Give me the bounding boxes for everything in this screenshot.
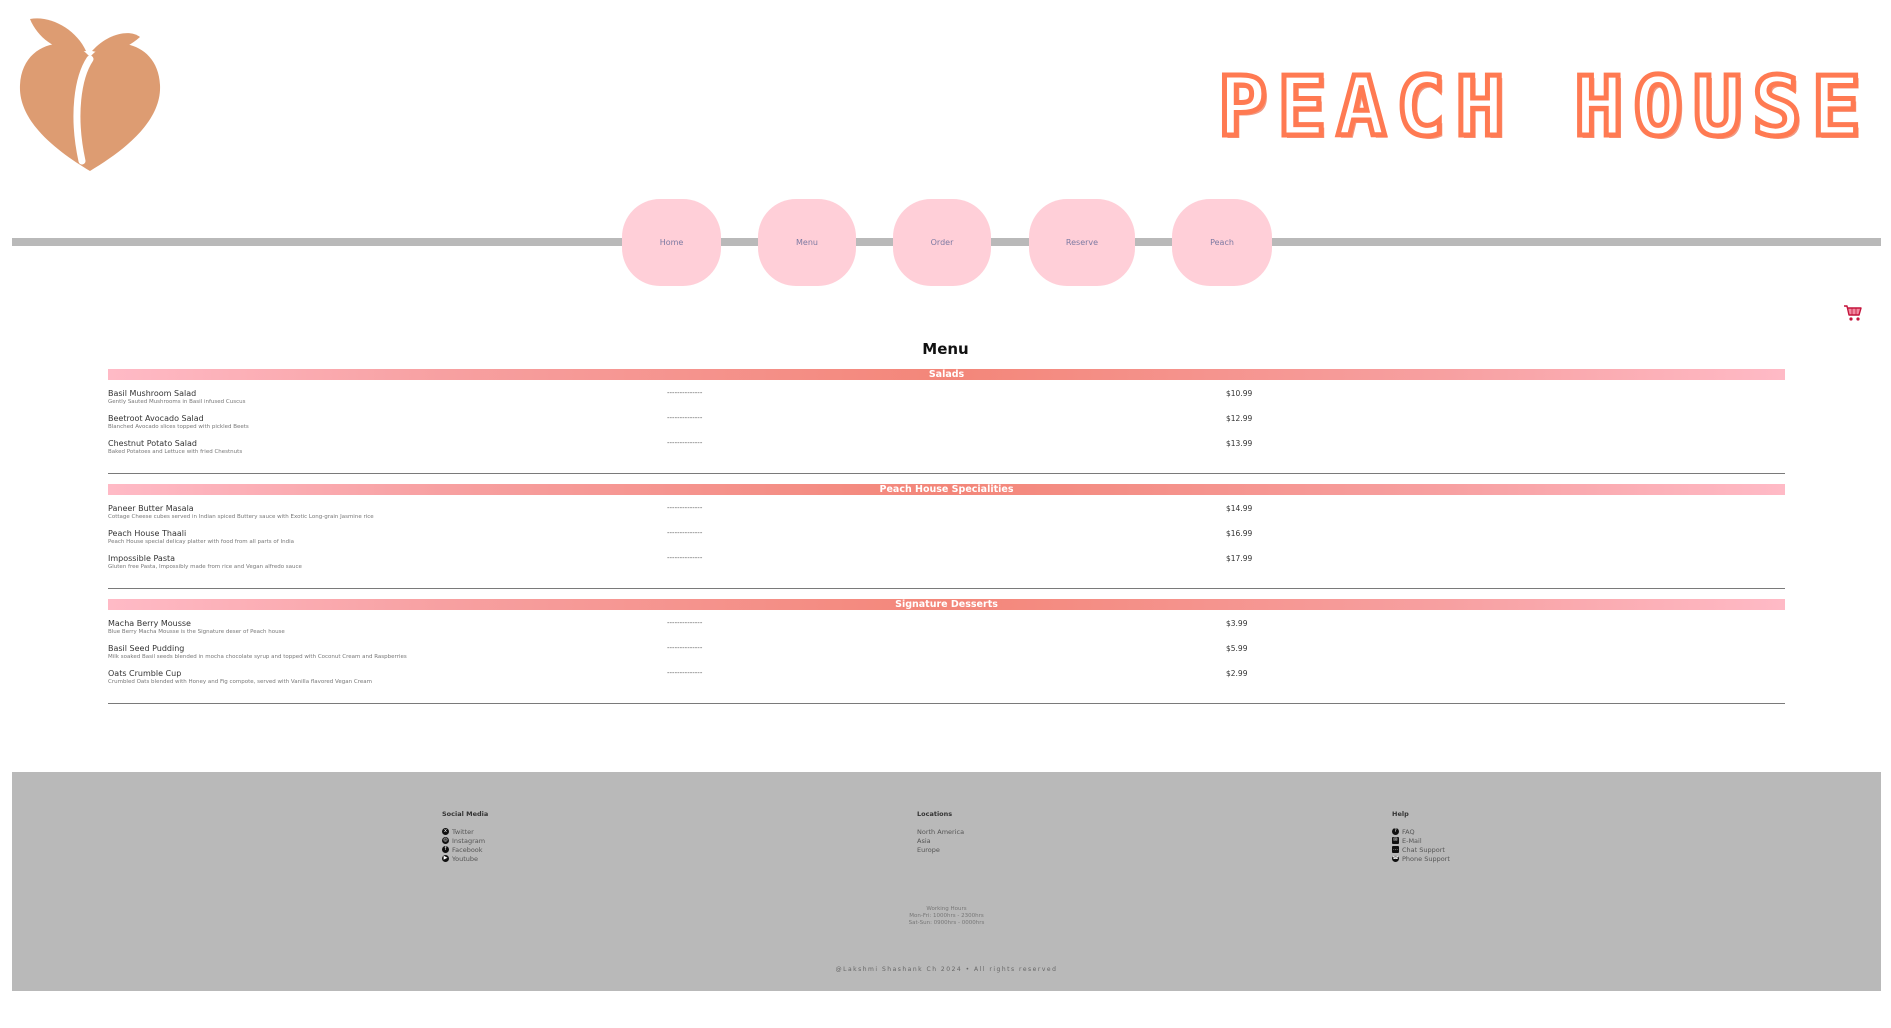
- category-header-specialities: Peach House Specialities: [108, 484, 1785, 495]
- section-divider: [108, 703, 1785, 704]
- phone-support-label: Phone Support: [1402, 854, 1450, 863]
- footer-locations: Locations North America Asia Europe: [917, 810, 964, 854]
- chat-support-label: Chat Support: [1402, 845, 1445, 854]
- menu-item-dots: --------------: [667, 439, 703, 447]
- facebook-label: Facebook: [452, 845, 483, 854]
- menu-item-desc: Blanched Avocado slices topped with pick…: [108, 424, 249, 430]
- nav-order-button[interactable]: Order: [893, 199, 991, 286]
- email-label: E-Mail: [1402, 836, 1422, 845]
- footer-social: Social Media x Twitter ◎ Instagram f Fac…: [442, 810, 488, 863]
- peach-logo-icon: [19, 18, 161, 171]
- menu-item-name: Chestnut Potato Salad: [108, 439, 197, 448]
- menu-item-name: Basil Mushroom Salad: [108, 389, 197, 398]
- menu-item-desc: Crumbled Oats blended with Honey and Fig…: [108, 679, 372, 685]
- menu-item-name: Impossible Pasta: [108, 554, 176, 563]
- menu-item-price: $3.99: [1226, 619, 1248, 628]
- youtube-link[interactable]: ▶ Youtube: [442, 854, 488, 863]
- category-header-desserts: Signature Desserts: [108, 599, 1785, 610]
- faq-label: FAQ: [1402, 827, 1415, 836]
- twitter-link[interactable]: x Twitter: [442, 827, 488, 836]
- section-divider: [108, 588, 1785, 589]
- category-header-salads: Salads: [108, 369, 1785, 380]
- location-link[interactable]: Asia: [917, 836, 964, 845]
- menu-item-name: Oats Crumble Cup: [108, 669, 182, 678]
- menu-item-price: $14.99: [1226, 504, 1253, 513]
- menu-item-desc: Baked Potatoes and Lettuce with fried Ch…: [108, 449, 243, 455]
- menu-item-name: Peach House Thaali: [108, 529, 187, 538]
- facebook-link[interactable]: f Facebook: [442, 845, 488, 854]
- menu-item-dots: --------------: [667, 504, 703, 512]
- menu-item-desc: Peach House special delicay platter with…: [108, 539, 294, 545]
- menu-item-price: $13.99: [1226, 439, 1253, 448]
- location-link[interactable]: North America: [917, 827, 964, 836]
- instagram-icon: ◎: [442, 837, 449, 844]
- menu-item-dots: --------------: [667, 554, 703, 562]
- chat-icon: …: [1392, 846, 1399, 853]
- menu-item-price: $2.99: [1226, 669, 1248, 678]
- menu-item-price: $10.99: [1226, 389, 1253, 398]
- twitter-icon: x: [442, 828, 449, 835]
- menu-item-desc: Cottage Cheese cubes served in Indian sp…: [108, 514, 374, 520]
- section-divider: [108, 473, 1785, 474]
- menu-item-dots: --------------: [667, 389, 703, 397]
- footer: Social Media x Twitter ◎ Instagram f Fac…: [12, 772, 1881, 991]
- menu-item-desc: Blue Berry Macha Mousse is the Signature…: [108, 629, 285, 635]
- footer-help-heading: Help: [1392, 810, 1409, 818]
- facebook-icon: f: [442, 846, 449, 853]
- menu-item-dots: --------------: [667, 644, 703, 652]
- working-hours-weekdays: Mon-Fri: 1000hrs - 2300hrs: [909, 913, 984, 919]
- faq-link[interactable]: ? FAQ: [1392, 827, 1450, 836]
- footer-help: Help ? FAQ ✉ E-Mail … Chat Support ☎ Pho…: [1392, 810, 1450, 863]
- phone-support-link[interactable]: ☎ Phone Support: [1392, 854, 1450, 863]
- menu-item-price: $5.99: [1226, 644, 1248, 653]
- twitter-label: Twitter: [452, 827, 474, 836]
- menu-item-name: Basil Seed Pudding: [108, 644, 185, 653]
- phone-icon: ☎: [1392, 855, 1399, 862]
- question-icon: ?: [1392, 828, 1399, 835]
- menu-item-name: Beetroot Avocado Salad: [108, 414, 204, 423]
- instagram-label: Instagram: [452, 836, 486, 845]
- shopping-cart-icon[interactable]: [1843, 303, 1863, 323]
- nav-reserve-button[interactable]: Reserve: [1029, 199, 1135, 286]
- menu-item-name: Macha Berry Mousse: [108, 619, 191, 628]
- menu-title: Menu: [922, 340, 969, 358]
- mail-icon: ✉: [1392, 837, 1399, 844]
- menu-item-dots: --------------: [667, 414, 703, 422]
- menu-item-price: $16.99: [1226, 529, 1253, 538]
- footer-social-heading: Social Media: [442, 810, 489, 818]
- menu-item-dots: --------------: [667, 669, 703, 677]
- email-link[interactable]: ✉ E-Mail: [1392, 836, 1450, 845]
- menu-item-price: $12.99: [1226, 414, 1253, 423]
- menu-item-desc: Milk soaked Basil seeds blended in mocha…: [108, 654, 407, 660]
- menu-item-name: Paneer Butter Masala: [108, 504, 194, 513]
- menu-item-price: $17.99: [1226, 554, 1253, 563]
- menu-item-desc: Gently Sauted Mushrooms in Basil infused…: [108, 399, 246, 405]
- menu-item-desc: Gluten free Pasta, Impossibly made from …: [108, 564, 302, 570]
- youtube-icon: ▶: [442, 855, 449, 862]
- working-hours-weekend: Sat-Sun: 0900hrs - 0000hrs: [908, 920, 985, 926]
- copyright: @Lakshmi Shashank Ch 2024 • All rights r…: [835, 966, 1058, 973]
- working-hours: Working Hours Mon-Fri: 1000hrs - 2300hrs…: [12, 906, 1881, 927]
- location-link[interactable]: Europe: [917, 845, 964, 854]
- menu-item-dots: --------------: [667, 529, 703, 537]
- brand-title: PEACH HOUSE: [1215, 58, 1871, 158]
- menu-item-dots: --------------: [667, 619, 703, 627]
- working-hours-title: Working Hours: [926, 906, 967, 912]
- chat-support-link[interactable]: … Chat Support: [1392, 845, 1450, 854]
- footer-locations-heading: Locations: [917, 810, 953, 818]
- youtube-label: Youtube: [452, 854, 478, 863]
- nav-peach-button[interactable]: Peach: [1172, 199, 1272, 286]
- nav-home-button[interactable]: Home: [622, 199, 721, 286]
- instagram-link[interactable]: ◎ Instagram: [442, 836, 488, 845]
- nav-menu-button[interactable]: Menu: [758, 199, 856, 286]
